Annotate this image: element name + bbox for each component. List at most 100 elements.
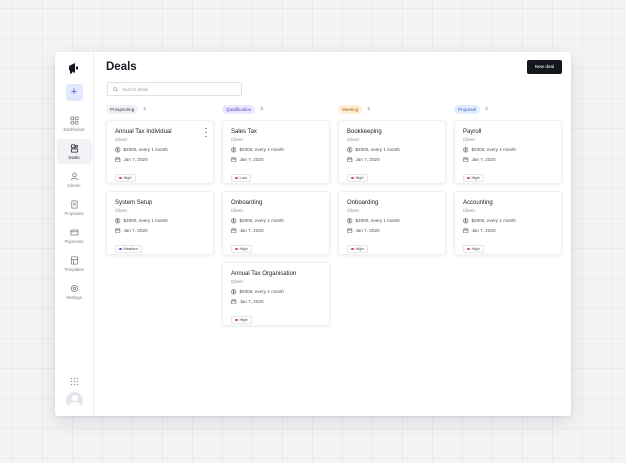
deal-card[interactable]: Bookkeeping Client $2000, every 1 month Jan…	[338, 120, 446, 184]
deal-amount: $2000, every 1 month	[123, 147, 168, 153]
column-prospecting: Prospecting 2 Annual Tax Individual Client $…	[106, 104, 214, 333]
priority-dot	[351, 247, 354, 250]
deal-amount-row: $2000, every 1 month	[347, 147, 445, 153]
column-header: Meeting 2	[338, 104, 446, 114]
deal-date: Jan 7, 2020	[355, 227, 380, 233]
megaphone-logo-icon[interactable]	[67, 61, 81, 75]
deal-client: Client	[231, 137, 243, 142]
priority-badge: High	[347, 173, 368, 182]
app-window: + Dashboard Deals Clients Proposals Paym…	[55, 52, 571, 416]
priority-label: High	[123, 175, 132, 181]
deal-date: Jan 7, 2020	[355, 156, 380, 162]
deal-card[interactable]: Payroll Client $2000, every 1 month Jan 7, …	[454, 120, 562, 184]
deal-card[interactable]: Onboarding Client $2000, every 1 month Jan …	[222, 191, 330, 255]
deal-card[interactable]: Annual Tax Organisation Client $2000, ever…	[222, 262, 330, 326]
deal-title: Bookkeeping	[347, 129, 382, 135]
deal-date-row: Jan 7, 2020	[231, 299, 329, 305]
deal-date-row: Jan 7, 2020	[115, 157, 213, 163]
column-proposal: Proposal 2 Payroll Client $2000, every 1 mon…	[454, 104, 562, 333]
priority-dot	[235, 318, 238, 321]
kanban-board: Prospecting 2 Annual Tax Individual Client $…	[106, 104, 562, 333]
new-deal-button[interactable]: New deal	[527, 60, 562, 74]
priority-label: High	[239, 246, 248, 252]
deal-card[interactable]: Sales Tax Client $2000, every 1 month Jan 7…	[222, 120, 330, 184]
dollar-icon	[115, 147, 121, 153]
calendar-icon	[231, 156, 237, 162]
deal-date: Jan 7, 2020	[471, 227, 496, 233]
stage-pill: Meeting	[338, 104, 363, 114]
search-input[interactable]	[122, 86, 237, 92]
avatar[interactable]	[66, 392, 83, 409]
deal-card[interactable]: Annual Tax Individual Client $2000, every …	[106, 120, 214, 184]
deal-date-row: Jan 7, 2020	[347, 157, 445, 163]
deals-icon	[70, 143, 78, 153]
deal-client: Client	[463, 137, 475, 142]
priority-badge: High	[231, 315, 252, 324]
sidebar-item-proposals[interactable]: Proposals	[57, 195, 92, 220]
gear-icon	[70, 284, 78, 292]
search-icon	[113, 86, 118, 92]
deal-card[interactable]: Onboarding Client $2000, every 1 month Jan …	[338, 191, 446, 255]
deal-card[interactable]: System Setup Client $2000, every 1 month Ja…	[106, 191, 214, 255]
deal-date: Jan 7, 2020	[239, 156, 264, 162]
payments-icon	[69, 229, 79, 235]
deal-date-row: Jan 7, 2020	[115, 228, 213, 234]
priority-dot	[351, 176, 354, 179]
sidebar-item-label: Templates	[64, 266, 84, 272]
sidebar-item-deals[interactable]: Deals	[56, 139, 92, 164]
deal-client: Client	[231, 279, 243, 284]
dollar-icon	[231, 218, 237, 224]
more-options-icon[interactable]	[204, 128, 208, 137]
page-title: Deals	[106, 61, 137, 73]
deal-client: Client	[347, 208, 359, 213]
deal-title: Accounting	[463, 200, 493, 206]
deal-amount: $2000, every 1 month	[239, 218, 284, 224]
sidebar-item-label: Clients	[67, 182, 81, 188]
deal-date-row: Jan 7, 2020	[231, 157, 329, 163]
dollar-icon	[347, 218, 353, 224]
sidebar-item-label: Settings	[66, 294, 82, 300]
deal-title: Onboarding	[231, 200, 263, 206]
deal-amount: $2000, every 1 month	[239, 147, 284, 153]
search-box	[107, 82, 242, 96]
calendar-icon	[115, 156, 121, 162]
apps-grid-icon[interactable]	[70, 377, 79, 386]
proposals-icon	[70, 199, 78, 209]
deal-amount: $2000, every 1 month	[355, 147, 400, 153]
sidebar-item-dashboard[interactable]: Dashboard	[57, 111, 92, 136]
dollar-icon	[231, 147, 237, 153]
sidebar-item-settings[interactable]: Settings	[57, 279, 92, 304]
calendar-icon	[231, 298, 237, 304]
column-header: Prospecting 2	[106, 104, 214, 114]
stage-count: 2	[485, 106, 488, 112]
avatar-head	[71, 395, 78, 401]
priority-badge: Medium	[115, 244, 142, 253]
dollar-icon	[231, 289, 237, 295]
calendar-icon	[347, 227, 353, 233]
deal-date: Jan 7, 2020	[239, 298, 264, 304]
priority-dot	[119, 176, 122, 179]
sidebar-item-clients[interactable]: Clients	[57, 167, 92, 192]
deal-amount-row: $2000, every 1 month	[231, 289, 329, 295]
sidebar-item-templates[interactable]: Templates	[57, 251, 92, 276]
templates-icon	[70, 255, 78, 265]
add-button[interactable]: +	[65, 84, 83, 101]
deal-title: Sales Tax	[231, 129, 257, 135]
deal-client: Client	[347, 137, 359, 142]
priority-label: Medium	[123, 246, 138, 252]
dollar-icon	[463, 218, 469, 224]
sidebar-item-payments[interactable]: Payments	[57, 223, 92, 248]
calendar-icon	[347, 156, 353, 162]
deal-amount-row: $2000, every 1 month	[231, 218, 329, 224]
priority-badge: High	[463, 173, 484, 182]
sidebar-bottom	[55, 377, 94, 409]
deal-amount-row: $2000, every 1 month	[347, 218, 445, 224]
deal-card[interactable]: Accounting Client $2000, every 1 month Jan …	[454, 191, 562, 255]
priority-label: High	[239, 317, 248, 323]
deal-date-row: Jan 7, 2020	[347, 228, 445, 234]
column-header: Proposal 2	[454, 104, 562, 114]
priority-label: High	[355, 246, 364, 252]
stage-count: 2	[367, 106, 371, 112]
deal-date: Jan 7, 2020	[123, 227, 148, 233]
column-qualification: Qualification 3 Sales Tax Client $2000, ever…	[222, 104, 330, 333]
